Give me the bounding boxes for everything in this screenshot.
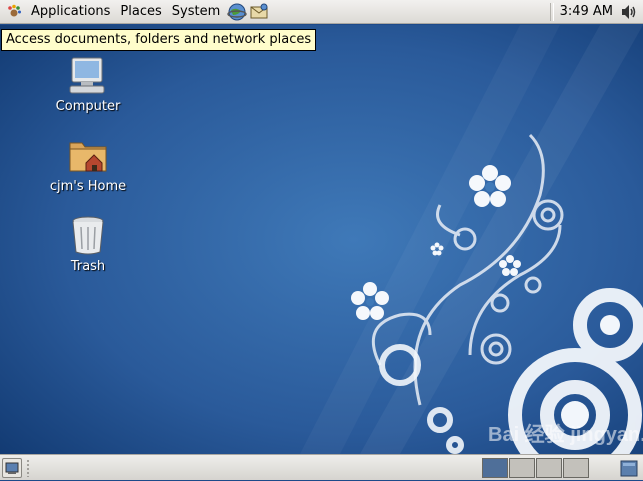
volume-icon[interactable] (619, 2, 639, 22)
trash-icon (72, 216, 104, 255)
desktop[interactable]: Bai 经验 jingyan.baidu.com Computer cjm's … (0, 25, 643, 454)
workspace-switcher (481, 458, 589, 478)
workspace-1[interactable] (482, 458, 508, 478)
clock[interactable]: 3:49 AM (560, 4, 613, 19)
computer-icon (69, 57, 105, 94)
menu-system[interactable]: System (167, 1, 225, 23)
desktop-icon-label: cjm's Home (49, 179, 127, 194)
workspace-3[interactable] (536, 458, 562, 478)
desktop-icon-home[interactable]: cjm's Home (43, 133, 133, 194)
show-desktop-icon (5, 462, 19, 474)
workspace-4[interactable] (563, 458, 589, 478)
show-desktop-button[interactable] (2, 458, 22, 478)
web-browser-launcher-icon[interactable] (227, 2, 247, 22)
menu-places[interactable]: Places (115, 1, 166, 23)
desktop-icon-trash[interactable]: Trash (43, 213, 133, 274)
desktop-icon-label: Trash (70, 259, 106, 274)
menu-applications[interactable]: Applications (26, 1, 115, 23)
panel-separator (549, 2, 554, 21)
bottom-panel (0, 454, 643, 480)
trash-applet-icon[interactable] (619, 458, 639, 478)
watermark-text: Bai 经验 jingyan.baidu.com (488, 422, 643, 446)
home-folder-icon (69, 142, 107, 172)
desktop-icon-label: Computer (55, 99, 121, 114)
email-launcher-icon[interactable] (249, 2, 269, 22)
workspace-2[interactable] (509, 458, 535, 478)
panel-handle[interactable] (26, 459, 30, 477)
places-tooltip: Access documents, folders and network pl… (1, 29, 317, 51)
desktop-icon-computer[interactable]: Computer (43, 53, 133, 114)
top-panel: Applications Places System 3:49 AM (0, 0, 643, 24)
gnome-foot-icon[interactable] (6, 4, 22, 20)
